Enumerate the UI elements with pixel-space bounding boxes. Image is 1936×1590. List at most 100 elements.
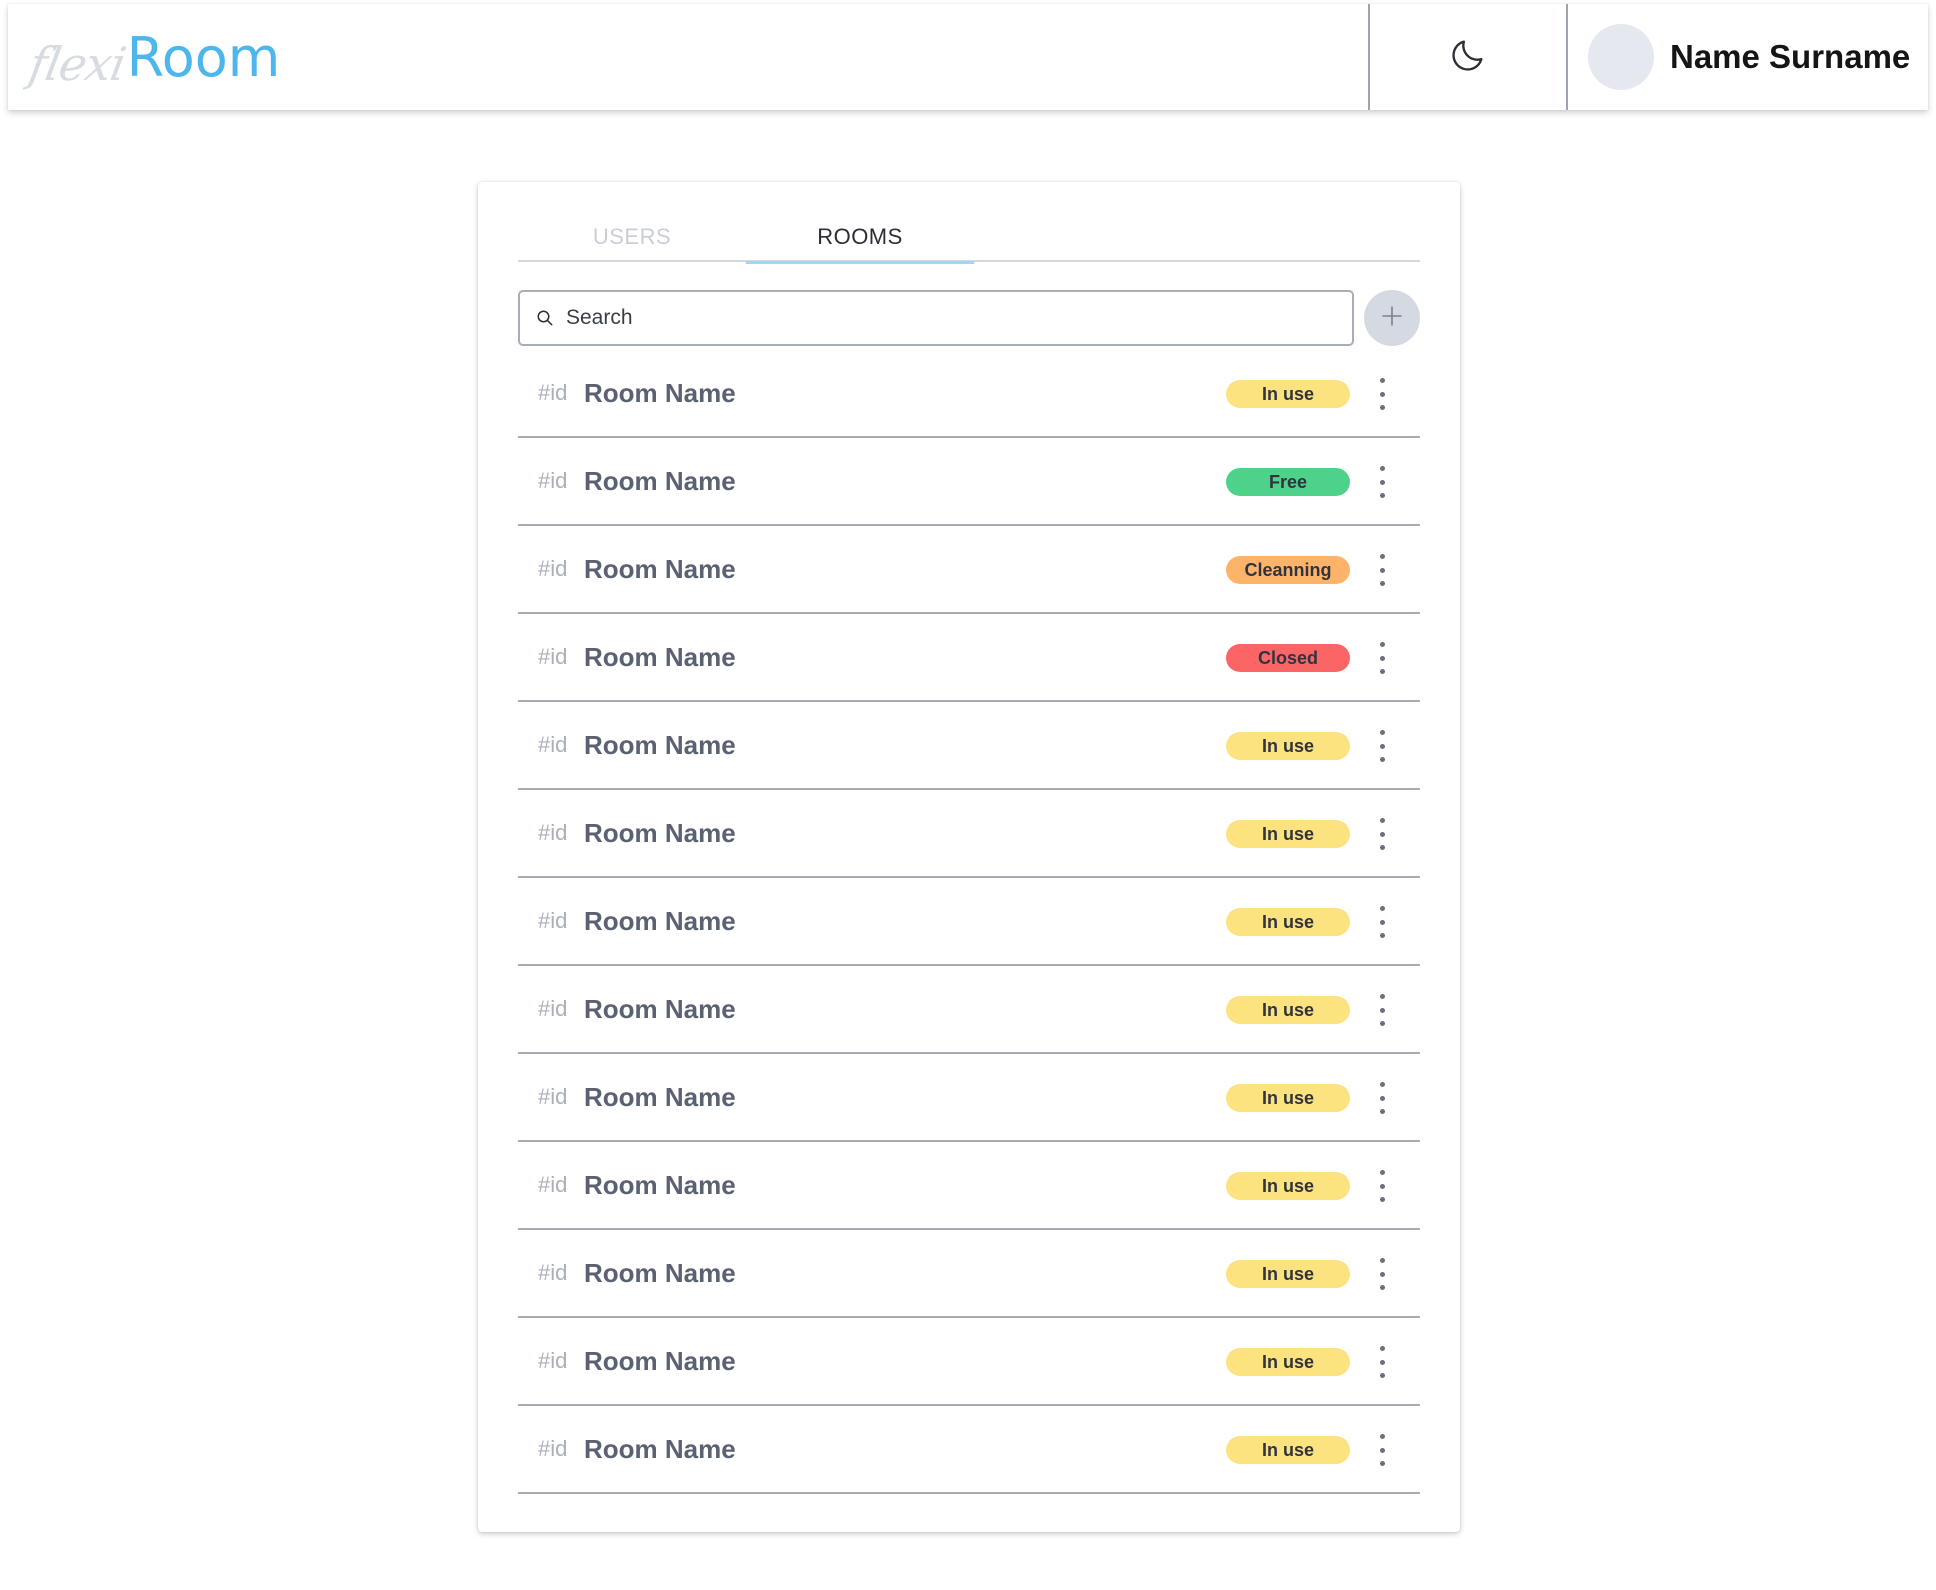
tab-users[interactable]: USERS xyxy=(518,222,746,260)
moon-icon xyxy=(1448,35,1488,80)
kebab-dot xyxy=(1379,933,1385,938)
kebab-dot xyxy=(1379,554,1385,559)
room-row[interactable]: #id Room Name In use xyxy=(518,702,1420,790)
status-badge: Free xyxy=(1226,468,1350,496)
kebab-dot xyxy=(1379,1197,1385,1202)
more-options-icon[interactable] xyxy=(1372,818,1392,850)
kebab-dot xyxy=(1379,378,1385,383)
room-name: Room Name xyxy=(584,1257,736,1288)
kebab-dot xyxy=(1379,845,1385,850)
add-room-button[interactable] xyxy=(1364,290,1420,346)
status-badge: In use xyxy=(1226,732,1350,760)
room-id: #id xyxy=(538,556,568,581)
kebab-dot xyxy=(1379,818,1385,823)
room-name: Room Name xyxy=(584,465,736,496)
more-options-icon[interactable] xyxy=(1372,1170,1392,1202)
room-row[interactable]: #id Room Name Closed xyxy=(518,614,1420,702)
kebab-dot xyxy=(1379,1346,1385,1351)
kebab-dot xyxy=(1379,493,1385,498)
more-options-icon[interactable] xyxy=(1372,554,1392,586)
kebab-dot xyxy=(1379,567,1385,573)
more-options-icon[interactable] xyxy=(1372,642,1392,674)
room-id: #id xyxy=(538,1348,568,1373)
more-options-icon[interactable] xyxy=(1372,994,1392,1026)
kebab-dot xyxy=(1379,391,1385,397)
more-options-icon[interactable] xyxy=(1372,730,1392,762)
status-badge: In use xyxy=(1226,996,1350,1024)
room-row[interactable]: #id Room Name In use xyxy=(518,966,1420,1054)
kebab-dot xyxy=(1379,757,1385,762)
room-id: #id xyxy=(538,1172,568,1197)
status-badge: In use xyxy=(1226,1348,1350,1376)
room-id: #id xyxy=(538,908,568,933)
kebab-dot xyxy=(1379,669,1385,674)
room-row[interactable]: #id Room Name In use xyxy=(518,1406,1420,1494)
kebab-dot xyxy=(1379,1109,1385,1114)
kebab-dot xyxy=(1379,581,1385,586)
logo-script-text: flexi xyxy=(25,37,130,91)
status-badge: Cleanning xyxy=(1226,556,1350,584)
status-badge: In use xyxy=(1226,1084,1350,1112)
room-row[interactable]: #id Room Name Cleanning xyxy=(518,526,1420,614)
room-row[interactable]: #id Room Name In use xyxy=(518,878,1420,966)
kebab-dot xyxy=(1379,730,1385,735)
kebab-dot xyxy=(1379,994,1385,999)
search-input[interactable] xyxy=(564,305,1324,331)
kebab-dot xyxy=(1379,1095,1385,1101)
room-row[interactable]: #id Room Name Free xyxy=(518,438,1420,526)
tab-bar: USERS ROOMS xyxy=(518,222,1420,264)
room-id: #id xyxy=(538,468,568,493)
status-badge: In use xyxy=(1226,1260,1350,1288)
room-name: Room Name xyxy=(584,905,736,936)
user-name: Name Surname xyxy=(1670,38,1911,75)
more-options-icon[interactable] xyxy=(1372,1346,1392,1378)
tab-rooms[interactable]: ROOMS xyxy=(746,222,974,264)
room-id: #id xyxy=(538,380,568,405)
more-options-icon[interactable] xyxy=(1372,466,1392,498)
kebab-dot xyxy=(1379,479,1385,485)
more-options-icon[interactable] xyxy=(1372,1434,1392,1466)
room-name: Room Name xyxy=(584,1433,736,1464)
more-options-icon[interactable] xyxy=(1372,906,1392,938)
more-options-icon[interactable] xyxy=(1372,1082,1392,1114)
room-name: Room Name xyxy=(584,817,736,848)
room-list: #id Room Name In use #id Room Name Free #id Roo… xyxy=(518,350,1420,1494)
kebab-dot xyxy=(1379,906,1385,911)
room-id: #id xyxy=(538,820,568,845)
room-name: Room Name xyxy=(584,993,736,1024)
room-name: Room Name xyxy=(584,553,736,584)
user-menu[interactable]: Name Surname xyxy=(1568,4,1928,110)
status-badge: In use xyxy=(1226,908,1350,936)
more-options-icon[interactable] xyxy=(1372,1258,1392,1290)
kebab-dot xyxy=(1379,1021,1385,1026)
search-box[interactable] xyxy=(518,290,1354,346)
kebab-dot xyxy=(1379,1434,1385,1439)
kebab-dot xyxy=(1379,405,1385,410)
kebab-dot xyxy=(1379,919,1385,925)
room-row[interactable]: #id Room Name In use xyxy=(518,1230,1420,1318)
kebab-dot xyxy=(1379,831,1385,837)
room-row[interactable]: #id Room Name In use xyxy=(518,790,1420,878)
room-id: #id xyxy=(538,1436,568,1461)
more-options-icon[interactable] xyxy=(1372,378,1392,410)
kebab-dot xyxy=(1379,1258,1385,1263)
kebab-dot xyxy=(1379,642,1385,647)
room-row[interactable]: #id Room Name In use xyxy=(518,1318,1420,1406)
room-row[interactable]: #id Room Name In use xyxy=(518,1142,1420,1230)
avatar[interactable] xyxy=(1588,24,1654,90)
admin-panel-card: USERS ROOMS #id Room Name In use #id Room Na… xyxy=(478,182,1460,1532)
status-badge: Closed xyxy=(1226,644,1350,672)
theme-toggle-button[interactable] xyxy=(1370,4,1566,110)
room-row[interactable]: #id Room Name In use xyxy=(518,350,1420,438)
search-icon xyxy=(536,309,554,327)
plus-icon xyxy=(1380,304,1404,333)
status-badge: In use xyxy=(1226,1436,1350,1464)
kebab-dot xyxy=(1379,1373,1385,1378)
room-row[interactable]: #id Room Name In use xyxy=(518,1054,1420,1142)
logo[interactable]: flexi Room xyxy=(8,4,1368,110)
kebab-dot xyxy=(1379,1271,1385,1277)
kebab-dot xyxy=(1379,1285,1385,1290)
status-badge: In use xyxy=(1226,1172,1350,1200)
room-id: #id xyxy=(538,644,568,669)
status-badge: In use xyxy=(1226,380,1350,408)
